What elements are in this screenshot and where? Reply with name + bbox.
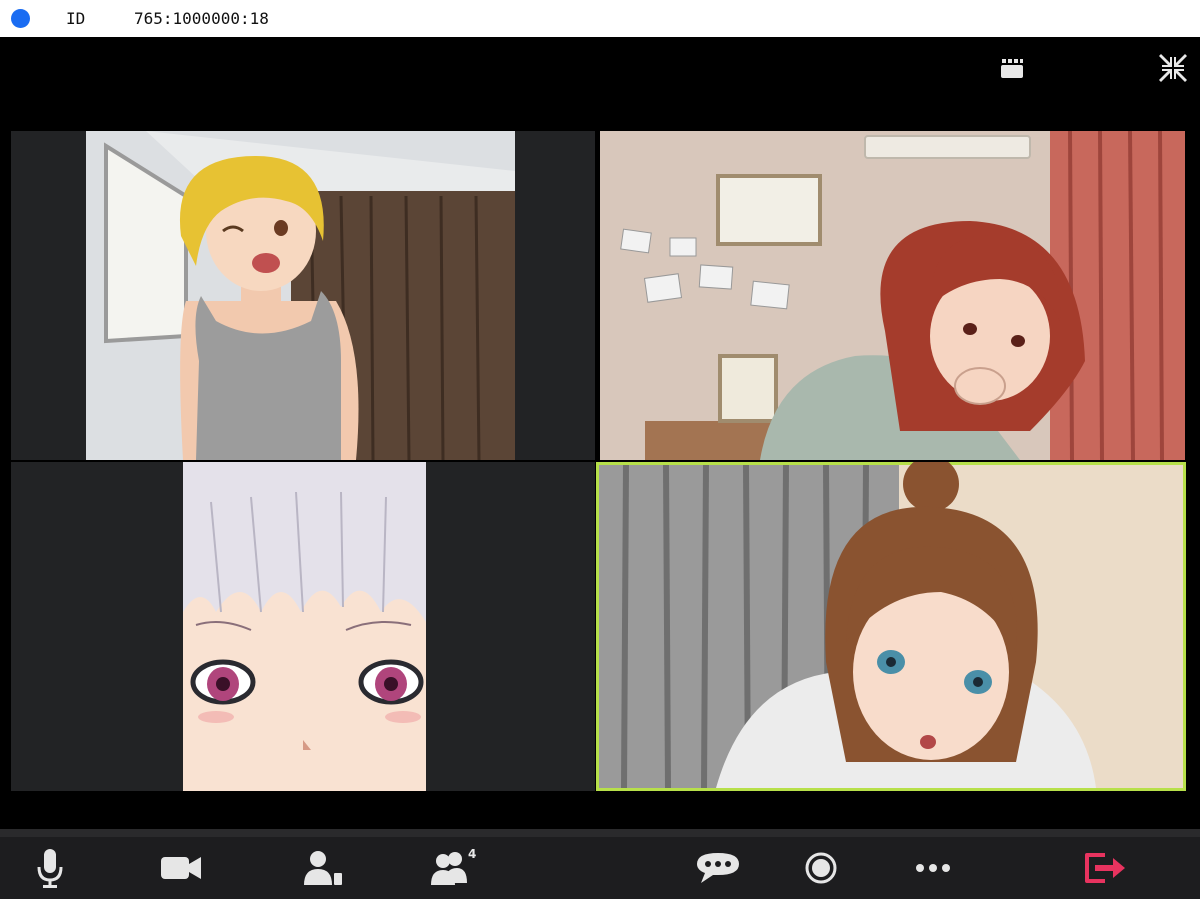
video-tile-participant-1[interactable] xyxy=(11,131,595,460)
more-icon xyxy=(916,864,950,872)
meeting-id-label: ID xyxy=(66,9,86,28)
leave-icon xyxy=(1085,853,1125,883)
more-options-button[interactable] xyxy=(898,837,968,899)
record-button[interactable] xyxy=(786,837,856,899)
mute-button[interactable] xyxy=(15,837,85,899)
recording-indicator-icon xyxy=(11,9,30,28)
participant-video-image xyxy=(183,462,426,791)
participant-video-image xyxy=(86,131,515,460)
exit-fullscreen-button[interactable] xyxy=(1157,52,1189,84)
participant-button[interactable] xyxy=(288,837,358,899)
status-bar: ID 765:1000000:18 xyxy=(0,0,1200,37)
exit-fullscreen-icon xyxy=(1159,54,1187,82)
gallery-view-icon xyxy=(1001,59,1023,78)
meeting-id-value: 765:1000000:18 xyxy=(134,9,269,28)
toolbar-divider xyxy=(0,829,1200,837)
video-toggle-button[interactable] xyxy=(146,837,216,899)
video-camera-icon xyxy=(161,857,201,879)
participants-list-button[interactable]: 4 xyxy=(418,837,488,899)
microphone-icon xyxy=(37,849,63,888)
leave-meeting-button[interactable] xyxy=(1070,837,1140,899)
gallery-view-button[interactable] xyxy=(998,56,1026,82)
video-tile-participant-3[interactable] xyxy=(11,462,595,791)
participant-count-badge: 4 xyxy=(468,847,477,861)
participant-icon xyxy=(304,851,342,885)
participant-video-image xyxy=(599,462,1183,789)
video-tile-participant-4-active-speaker[interactable] xyxy=(596,462,1186,791)
chat-button[interactable] xyxy=(683,837,753,899)
participant-video-image xyxy=(600,131,1185,460)
video-tile-participant-2[interactable] xyxy=(600,131,1185,460)
record-icon xyxy=(805,852,837,884)
chat-icon xyxy=(697,853,739,883)
meeting-toolbar: 4 xyxy=(0,837,1200,899)
